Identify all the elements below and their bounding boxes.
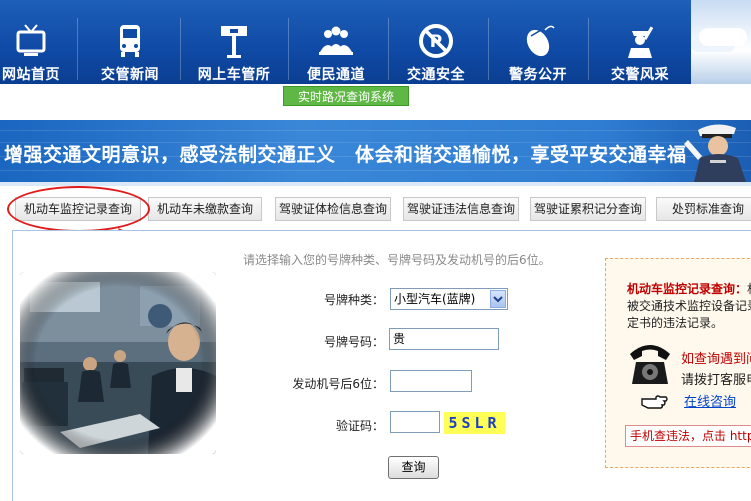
nav-item-police-affairs[interactable]: 警务公开 — [496, 0, 580, 84]
nav-label: 交警风采 — [611, 67, 669, 83]
info-line-2: 被交通技术监控设备记录 — [627, 299, 751, 313]
plate-type-label: 号牌种类： — [323, 293, 384, 307]
plate-number-label: 号牌号码： — [323, 335, 384, 349]
page: 网站首页 交管新闻 网上车管所 便民通道 交通安全 警务公开 交警风采 实时路况… — [0, 0, 751, 501]
tab-vehicle-unpaid-query[interactable]: 机动车未缴款查询 — [148, 197, 262, 221]
police-icon — [628, 26, 654, 58]
nav-item-news[interactable]: 交管新闻 — [88, 0, 172, 84]
nav-item-online-dmv[interactable]: 网上车管所 — [186, 0, 282, 84]
nav-item-home[interactable]: 网站首页 — [0, 0, 68, 84]
traffic-officer-image — [684, 124, 746, 182]
bus-icon — [120, 25, 140, 57]
nav-item-police-style[interactable]: 交警风采 — [598, 0, 682, 84]
captcha-input[interactable] — [390, 411, 440, 433]
realtime-traffic-button[interactable]: 实时路况查询系统 — [283, 86, 409, 106]
plate-type-select[interactable]: 小型汽车(蓝牌) — [390, 288, 508, 310]
tab-license-violation-query[interactable]: 驾驶证违法信息查询 — [403, 197, 519, 221]
query-button[interactable]: 查询 — [388, 456, 439, 479]
nav-label: 便民通道 — [307, 67, 365, 83]
banner-slogan: 增强交通文明意识，感受法制交通正义 体会和谐交通愉悦，享受平安交通幸福 — [4, 144, 687, 166]
banner-divider — [0, 182, 751, 186]
tab-penalty-standard-query[interactable]: 处罚标准查询 — [656, 197, 751, 221]
nav-label: 警务公开 — [509, 67, 567, 83]
query-hint: 请选择输入您的号牌种类、号牌号码及发动机号的后6位。 — [243, 253, 551, 267]
telephone-icon — [630, 345, 670, 384]
online-consult-link[interactable]: 在线咨询 — [684, 391, 736, 410]
slogan-banner: 增强交通文明意识，感受法制交通正义 体会和谐交通愉悦，享受平安交通幸福 — [0, 120, 751, 182]
control-room-photo — [20, 272, 216, 454]
chevron-down-icon[interactable] — [490, 290, 506, 308]
pointing-hand-icon — [641, 395, 668, 409]
captcha-label: 验证码： — [335, 419, 384, 433]
nav-label: 网站首页 — [2, 67, 60, 83]
mobile-violation-link[interactable]: 手机查违法，点击 http — [625, 425, 751, 447]
consult-phone-text: 请拨打客服电 — [681, 373, 751, 388]
tab-license-points-query[interactable]: 驾驶证累积记分查询 — [530, 197, 646, 221]
engine-number-label: 发动机号后6位： — [292, 377, 384, 391]
nav-item-convenience[interactable]: 便民通道 — [294, 0, 378, 84]
engine-number-input[interactable] — [390, 370, 472, 392]
people-icon — [319, 26, 353, 55]
top-navigation: 网站首页 交管新闻 网上车管所 便民通道 交通安全 警务公开 交警风采 — [0, 0, 751, 84]
captcha-image[interactable]: 5SLR — [444, 412, 505, 434]
no-parking-icon: P — [419, 24, 453, 58]
nav-label: 交管新闻 — [101, 67, 159, 83]
tab-license-health-query[interactable]: 驾驶证体检信息查询 — [275, 197, 391, 221]
mouse-icon — [526, 25, 555, 57]
plate-type-value: 小型汽车(蓝牌) — [394, 292, 476, 306]
nav-item-traffic-safety[interactable]: P 交通安全 — [396, 0, 476, 84]
sky-decoration — [691, 0, 751, 84]
nav-label: 网上车管所 — [197, 67, 271, 83]
plate-number-input[interactable]: 贵 — [389, 328, 499, 350]
tv-icon — [16, 24, 46, 56]
consult-notice: 如查询遇到问 — [681, 352, 751, 367]
info-line-3: 定书的违法记录。 — [627, 316, 724, 330]
tab-vehicle-monitor-query[interactable]: 机动车监控记录查询 — [15, 197, 141, 221]
signpost-icon — [221, 26, 247, 58]
info-title: 机动车监控记录查询：机 — [627, 282, 751, 296]
nav-label: 交通安全 — [407, 67, 465, 83]
